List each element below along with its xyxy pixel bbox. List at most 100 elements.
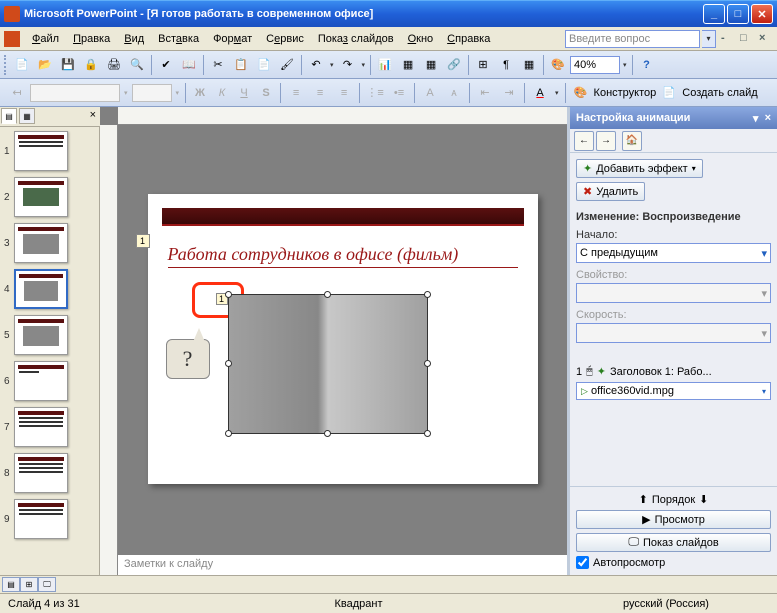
nav-home[interactable]: 🏠: [622, 131, 642, 151]
slideshow-button[interactable]: 🖵 Показ слайдов: [576, 533, 771, 552]
cut-button[interactable]: ✂: [207, 54, 229, 76]
font-combo[interactable]: [30, 84, 120, 102]
decrease-font-button[interactable]: ᴀ: [443, 82, 465, 104]
redo-button[interactable]: ↷: [337, 54, 359, 76]
doc-close[interactable]: ×: [759, 32, 773, 46]
menu-format[interactable]: Формат: [207, 31, 258, 47]
thumb-4[interactable]: [14, 269, 68, 309]
design-button[interactable]: 🎨: [570, 82, 592, 104]
remove-effect-button[interactable]: ✖ Удалить: [576, 182, 645, 201]
color-button[interactable]: 🎨: [547, 54, 569, 76]
slideshow-view-button[interactable]: 🖵: [38, 577, 56, 592]
tables-borders-button[interactable]: ▦: [420, 54, 442, 76]
menu-window[interactable]: Окно: [402, 31, 440, 47]
minimize-button[interactable]: _: [703, 4, 725, 24]
align-left-button[interactable]: ≡: [285, 82, 307, 104]
new-button[interactable]: 📄: [11, 54, 33, 76]
autopreview-checkbox[interactable]: [576, 556, 589, 569]
thumb-8[interactable]: [14, 453, 68, 493]
slide-canvas[interactable]: 1 Работа сотрудников в офисе (фильм) 1 ?: [148, 194, 538, 484]
preview-button[interactable]: 🔍: [126, 54, 148, 76]
increase-indent-button[interactable]: ⇥: [498, 82, 520, 104]
italic-button[interactable]: К: [212, 83, 232, 103]
animation-tag-1[interactable]: 1: [136, 234, 150, 248]
doc-minimize[interactable]: -: [721, 32, 735, 46]
grid-button[interactable]: ▦: [518, 54, 540, 76]
vertical-ruler[interactable]: [100, 125, 118, 575]
normal-view-button[interactable]: ▤: [2, 577, 20, 592]
ask-question-box[interactable]: Введите вопрос: [565, 30, 700, 48]
underline-button[interactable]: Ч: [234, 83, 254, 103]
thumb-5[interactable]: [14, 315, 68, 355]
spelling-button[interactable]: ✔: [155, 54, 177, 76]
nav-forward[interactable]: →: [596, 131, 616, 151]
status-language[interactable]: русский (Россия): [489, 598, 709, 610]
undo-button[interactable]: ↶: [305, 54, 327, 76]
hyperlink-button[interactable]: 🔗: [443, 54, 465, 76]
thumb-2[interactable]: [14, 177, 68, 217]
menu-tools[interactable]: Сервис: [260, 31, 310, 47]
permission-button[interactable]: 🔒: [80, 54, 102, 76]
reorder-down[interactable]: ⬇: [699, 493, 708, 506]
thumb-1[interactable]: [14, 131, 68, 171]
pane-close[interactable]: ×: [86, 107, 100, 126]
slides-tab[interactable]: ▦: [19, 108, 35, 124]
menu-edit[interactable]: Правка: [67, 31, 116, 47]
expand-button[interactable]: ⊞: [472, 54, 494, 76]
zoom-combo[interactable]: 40%: [570, 56, 620, 74]
shadow-button[interactable]: S: [256, 83, 276, 103]
outline-tab[interactable]: ▤: [1, 108, 17, 124]
taskpane-dropdown[interactable]: ▾: [753, 112, 759, 125]
print-button[interactable]: 🖨: [103, 54, 125, 76]
align-right-button[interactable]: ≡: [333, 82, 355, 104]
decrease-indent-button[interactable]: ⇤: [474, 82, 496, 104]
ask-dropdown[interactable]: ▾: [702, 30, 716, 48]
help-button[interactable]: ?: [636, 54, 658, 76]
nav-back[interactable]: ←: [574, 131, 594, 151]
table-button[interactable]: ▦: [397, 54, 419, 76]
research-button[interactable]: 📖: [178, 54, 200, 76]
horizontal-ruler[interactable]: [118, 107, 567, 125]
thumb-9[interactable]: [14, 499, 68, 539]
new-slide-button[interactable]: 📄: [658, 82, 680, 104]
menu-view[interactable]: Вид: [118, 31, 150, 47]
preview-button[interactable]: ▶ Просмотр: [576, 510, 771, 529]
menu-slideshow[interactable]: Показ слайдов: [312, 31, 400, 47]
media-object[interactable]: [228, 294, 428, 434]
doc-restore[interactable]: □: [740, 32, 754, 46]
new-slide-label[interactable]: Создать слайд: [682, 87, 757, 99]
slide-title[interactable]: Работа сотрудников в офисе (фильм): [168, 244, 518, 268]
thumb-3[interactable]: [14, 223, 68, 263]
align-btn1[interactable]: ↤: [6, 82, 28, 104]
bold-button[interactable]: Ж: [190, 83, 210, 103]
increase-font-button[interactable]: A: [419, 82, 441, 104]
open-button[interactable]: 📂: [34, 54, 56, 76]
effect-item-2[interactable]: ▷ office360vid.mpg ▾: [576, 382, 771, 400]
thumb-6[interactable]: [14, 361, 68, 401]
fontsize-combo[interactable]: [132, 84, 172, 102]
bullets-button[interactable]: •≡: [388, 82, 410, 104]
menu-help[interactable]: Справка: [441, 31, 496, 47]
menu-file[interactable]: Файл: [26, 31, 65, 47]
menu-insert[interactable]: Вставка: [152, 31, 205, 47]
reorder-up[interactable]: ⬆: [639, 493, 648, 506]
save-button[interactable]: 💾: [57, 54, 79, 76]
taskpane-close[interactable]: ×: [765, 112, 771, 124]
show-formatting-button[interactable]: ¶: [495, 54, 517, 76]
paste-button[interactable]: 📄: [253, 54, 275, 76]
copy-button[interactable]: 📋: [230, 54, 252, 76]
start-select[interactable]: С предыдущим▾: [576, 243, 771, 263]
sorter-view-button[interactable]: ⊞: [20, 577, 38, 592]
thumb-7[interactable]: [14, 407, 68, 447]
effect-item-1[interactable]: 1 🖱 ✦ Заголовок 1: Рабо...: [576, 363, 771, 380]
align-center-button[interactable]: ≡: [309, 82, 331, 104]
chart-button[interactable]: 📊: [374, 54, 396, 76]
designer-label[interactable]: Конструктор: [594, 87, 657, 99]
format-painter-button[interactable]: 🖌: [276, 54, 298, 76]
numbering-button[interactable]: ⋮≡: [364, 82, 386, 104]
add-effect-button[interactable]: ✦ Добавить эффект ▾: [576, 159, 703, 178]
notes-pane[interactable]: Заметки к слайду: [118, 553, 567, 575]
font-color-button[interactable]: A: [529, 82, 551, 104]
close-button[interactable]: ✕: [751, 4, 773, 24]
maximize-button[interactable]: □: [727, 4, 749, 24]
